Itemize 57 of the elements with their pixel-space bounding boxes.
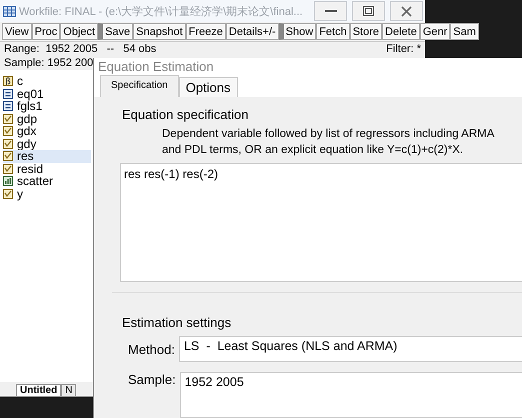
equation-icon [3, 101, 13, 112]
sample-label: Sample: [128, 372, 176, 387]
dialog-title: Equation Estimation [94, 58, 522, 75]
dialog-tab[interactable]: Options [178, 77, 238, 97]
coefficient-icon [3, 76, 13, 86]
toolbar-button[interactable]: Proc [32, 23, 60, 40]
graph-icon [3, 176, 13, 186]
series-icon [3, 126, 13, 136]
toolbar-button[interactable]: Genr [420, 23, 450, 40]
maximize-icon [363, 6, 374, 16]
toolbar-button[interactable]: Sam [450, 23, 479, 40]
toolbar-button[interactable]: Store [350, 23, 382, 40]
toolbar-button[interactable]: Snapshot [133, 23, 186, 40]
object-item[interactable]: scatter [3, 175, 91, 188]
toolbar-button[interactable]: View [2, 23, 32, 40]
object-item[interactable]: resid [3, 162, 91, 175]
series-icon [3, 114, 13, 124]
series-icon [3, 164, 13, 174]
maximize-button[interactable] [352, 1, 385, 21]
toolbar-button[interactable]: Freeze [186, 23, 226, 40]
toolbar-button[interactable]: Delete [382, 23, 420, 40]
object-item[interactable]: fgls1 [3, 100, 91, 112]
object-item[interactable]: gdy [3, 138, 91, 150]
equation-icon [3, 88, 13, 99]
series-icon [3, 188, 13, 199]
method-label: Method: [128, 342, 175, 356]
toolbar-button[interactable]: Save [98, 23, 134, 40]
sample-text: Sample: 1952 200 [4, 57, 94, 69]
dialog-tab[interactable]: Specification [100, 75, 179, 97]
close-button[interactable] [390, 1, 423, 21]
method-dropdown[interactable]: LS - Least Squares (NLS and ARMA) [178, 336, 522, 362]
series-icon [3, 138, 13, 149]
equation-field[interactable]: res res(-1) res(-2) [120, 163, 522, 282]
object-item[interactable]: c [3, 75, 91, 88]
range-text: Range: 1952 2005 -- 54 obs [4, 43, 156, 55]
window-title: Workfile: FINAL - (e:\大学文件\计量经济学\期末论文\final... [19, 4, 304, 18]
toolbar-button[interactable]: Show [278, 23, 316, 40]
toolbar-button[interactable]: Fetch [316, 23, 350, 40]
table-icon [3, 6, 16, 16]
toolbar-button[interactable]: Object [60, 23, 98, 40]
filter-text: Filter: * [386, 43, 421, 55]
sample-field[interactable]: 1952 2005 [180, 372, 522, 418]
series-icon [3, 151, 13, 162]
group-title: Estimation settings [122, 315, 232, 330]
close-icon [401, 6, 412, 16]
object-item[interactable]: eq01 [3, 88, 91, 100]
object-item[interactable]: gdx [3, 125, 91, 138]
help-text: Dependent variable followed by list of regressors including ARMA and PDL terms, OR an explicit equation like Y=c(1)+c(2)*X. [162, 127, 496, 158]
toolbar-button[interactable]: Details+/- [226, 23, 279, 40]
object-item[interactable]: gdp [3, 112, 91, 125]
object-item[interactable]: res [3, 150, 91, 162]
object-item[interactable]: y [3, 188, 91, 200]
page-tab[interactable]: N [61, 384, 76, 396]
minimize-icon [324, 9, 336, 13]
page-tab[interactable]: Untitled [16, 384, 62, 396]
group-title: Equation specification [122, 107, 250, 122]
minimize-button[interactable] [314, 1, 347, 21]
